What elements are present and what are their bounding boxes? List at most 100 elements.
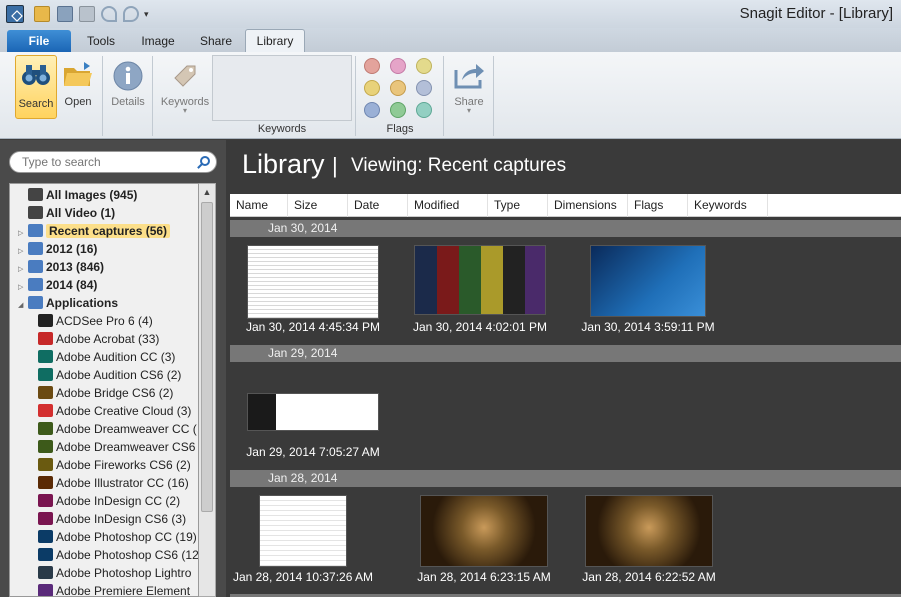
tree-scrollbar[interactable]: ▲	[199, 183, 216, 597]
keywords-list[interactable]	[212, 55, 352, 121]
photoshop-icon	[38, 530, 53, 543]
details-button[interactable]: Details	[108, 56, 148, 120]
search-icon[interactable]	[200, 156, 210, 166]
scroll-up-arrow-icon[interactable]: ▲	[199, 184, 215, 200]
tree-item[interactable]: Adobe Creative Cloud (3)	[38, 402, 191, 420]
audition-icon	[38, 368, 53, 381]
info-icon	[112, 60, 144, 92]
tree-item[interactable]: Adobe Acrobat (33)	[38, 330, 159, 348]
tree-item[interactable]: All Video (1)	[18, 204, 115, 222]
tree-collapse-icon[interactable]: ◢	[18, 297, 28, 315]
tree-item[interactable]: Adobe Premiere Element	[38, 582, 190, 596]
tree-item[interactable]: ▷ 2013 (846)	[18, 258, 104, 276]
flag-star-icon[interactable]	[416, 102, 432, 118]
tab-library[interactable]: Library	[245, 29, 305, 52]
capture-thumbnail[interactable]	[247, 393, 379, 431]
column-flags[interactable]: Flags	[628, 194, 688, 217]
tree-item[interactable]: Adobe InDesign CC (2)	[38, 492, 180, 510]
video-icon	[28, 206, 43, 219]
search-button[interactable]: Search	[15, 55, 57, 119]
tree-item[interactable]: Adobe InDesign CS6 (3)	[38, 510, 186, 528]
tree-item-label: Adobe Illustrator CC (16)	[56, 476, 189, 490]
capture-thumbnail[interactable]	[585, 495, 713, 567]
save-icon[interactable]	[57, 6, 73, 22]
date-group-header[interactable]: Jan 30, 2014	[230, 220, 901, 237]
column-type[interactable]: Type	[488, 194, 548, 217]
search-input[interactable]	[22, 154, 192, 170]
bridge-icon	[38, 386, 53, 399]
ribbon-separator	[355, 56, 356, 136]
tree-item[interactable]: Adobe Illustrator CC (16)	[38, 474, 189, 492]
tree-item-label: Adobe Fireworks CS6 (2)	[56, 458, 191, 472]
search-box[interactable]	[9, 151, 217, 173]
undo-icon[interactable]	[101, 6, 117, 22]
folder-icon	[28, 296, 43, 309]
tree-item[interactable]: Adobe Dreamweaver CS6	[38, 438, 195, 456]
tree-item[interactable]: ACDSee Pro 6 (4)	[38, 312, 153, 330]
column-date[interactable]: Date	[348, 194, 408, 217]
indesign-icon	[38, 494, 53, 507]
column-size[interactable]: Size	[288, 194, 348, 217]
flag-important-icon[interactable]	[364, 58, 380, 74]
acdsee-icon	[38, 314, 53, 327]
tree-item-label: Applications	[46, 296, 119, 310]
flag-flag-icon[interactable]	[364, 102, 380, 118]
tree-item[interactable]: All Images (945)	[18, 186, 137, 204]
capture-thumbnail[interactable]	[590, 245, 706, 317]
tab-tools[interactable]: Tools	[78, 30, 124, 52]
tree-item-label: Adobe Dreamweaver CS6	[56, 440, 196, 454]
tree-item[interactable]: Adobe Audition CC (3)	[38, 348, 175, 366]
column-dimensions[interactable]: Dimensions	[548, 194, 628, 217]
date-group-header[interactable]: Jan 29, 2014	[230, 345, 901, 362]
title-separator: |	[332, 153, 338, 178]
capture-thumbnail[interactable]	[414, 245, 546, 315]
folder-open-icon	[62, 60, 94, 92]
library-sidebar: All Images (945) All Video (1) ▷Recent cap…	[0, 140, 226, 597]
calendar-icon	[28, 260, 43, 273]
tree-item[interactable]: Adobe Audition CS6 (2)	[38, 366, 181, 384]
redo-icon[interactable]	[123, 6, 139, 22]
tree-item-label: Adobe Photoshop CS6 (12	[56, 548, 199, 562]
column-modified[interactable]: Modified	[408, 194, 488, 217]
print-icon[interactable]	[79, 6, 95, 22]
tag-icon	[169, 60, 201, 92]
flag-smiley-icon[interactable]	[390, 58, 406, 74]
date-group-header[interactable]: Jan 28, 2014	[230, 470, 901, 487]
tree-item[interactable]: ▷ Recent captures (56)	[18, 222, 171, 240]
ribbon-tabs: File Tools Image Share Library	[0, 28, 901, 52]
flag-heart-icon[interactable]	[390, 80, 406, 96]
tab-image[interactable]: Image	[132, 30, 184, 52]
flag-hazard-icon[interactable]	[364, 80, 380, 96]
keywords-group-label: Keywords	[257, 123, 307, 135]
capture-timestamp: Jan 30, 2014 4:45:34 PM	[245, 320, 381, 334]
library-tree[interactable]: All Images (945) All Video (1) ▷ Recent cap…	[9, 183, 199, 597]
flag-idea-icon[interactable]	[416, 58, 432, 74]
column-keywords[interactable]: Keywords	[688, 194, 768, 217]
open-button[interactable]: Open	[60, 56, 96, 120]
tree-item[interactable]: ◢ Applications	[18, 294, 118, 312]
customize-toolbar-icon[interactable]: ▾	[144, 6, 152, 22]
tree-item[interactable]: Adobe Dreamweaver CC (	[38, 420, 197, 438]
capture-timestamp: Jan 29, 2014 7:05:27 AM	[246, 445, 380, 459]
open-folder-icon[interactable]	[34, 6, 50, 22]
tree-item[interactable]: Adobe Photoshop CS6 (12	[38, 546, 199, 564]
tree-item[interactable]: ▷ 2012 (16)	[18, 240, 97, 258]
snagit-app-icon[interactable]	[6, 5, 24, 23]
tree-item[interactable]: Adobe Photoshop CC (19)	[38, 528, 197, 546]
scroll-thumb[interactable]	[201, 202, 213, 512]
tree-item[interactable]: Adobe Photoshop Lightro	[38, 564, 191, 582]
tree-item[interactable]: Adobe Bridge CS6 (2)	[38, 384, 173, 402]
flag-check-icon[interactable]	[416, 80, 432, 96]
capture-thumbnail[interactable]	[259, 495, 347, 567]
capture-thumbnail[interactable]	[420, 495, 548, 567]
share-button[interactable]: Share ▾	[450, 56, 488, 120]
tree-item[interactable]: Adobe Fireworks CS6 (2)	[38, 456, 191, 474]
capture-timestamp: Jan 30, 2014 3:59:11 PM	[581, 320, 715, 334]
flag-dollar-icon[interactable]	[390, 102, 406, 118]
tab-share[interactable]: Share	[192, 30, 240, 52]
tab-file[interactable]: File	[7, 30, 71, 52]
capture-thumbnail[interactable]	[247, 245, 379, 319]
column-name[interactable]: Name	[230, 194, 288, 217]
tree-item[interactable]: ▷ 2014 (84)	[18, 276, 97, 294]
keywords-button[interactable]: Keywords ▾	[158, 56, 212, 120]
